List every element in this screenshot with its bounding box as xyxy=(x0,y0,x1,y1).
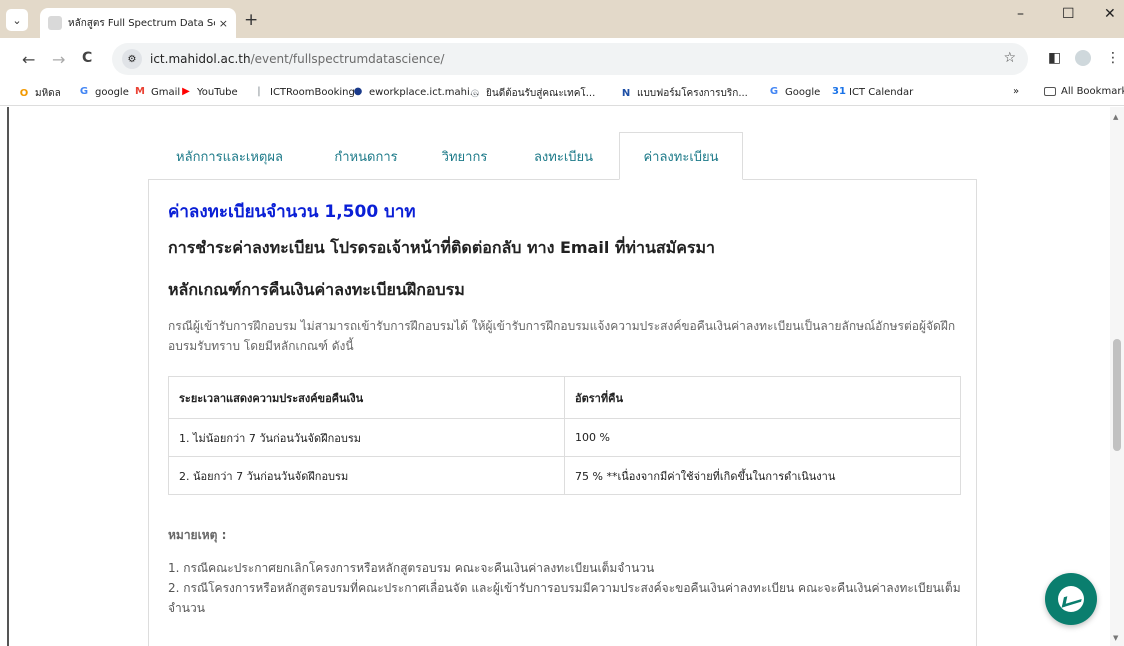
table-header-rate: อัตราที่คืน xyxy=(564,376,961,419)
bookmark-service-form-icon: N xyxy=(621,87,631,99)
bookmark-label: Gmail xyxy=(151,86,181,98)
bookmark-gmail-icon: M xyxy=(135,86,145,97)
bookmark-google[interactable]: Ggoogle xyxy=(78,86,129,98)
refund-table: ระยะเวลาแสดงความประสงค์ขอคืนเงิน อัตราที… xyxy=(168,376,961,495)
fee-panel: ค่าลงทะเบียนจำนวน 1,500 บาท การชำระค่าลง… xyxy=(148,179,977,646)
bookmark-mahidol-icon: O xyxy=(19,87,29,99)
bookmark-ict-welcome[interactable]: ◎ ยินดีต้อนรับสู่คณะเทคโ... xyxy=(469,86,596,101)
scrollbar-thumb[interactable] xyxy=(1113,339,1121,451)
bookmark-label: แบบฟอร์มโครงการบริก... xyxy=(637,88,748,99)
bookmarks-bar: » All Bookmarks O มหิดล Ggoogle M Gmail▶ YouT… xyxy=(0,80,1124,106)
all-bookmarks[interactable]: All Bookmarks xyxy=(1044,86,1124,97)
tab-close-icon[interactable]: × xyxy=(219,17,228,30)
bookmark-label: YouTube xyxy=(197,86,238,98)
forward-icon[interactable]: → xyxy=(52,50,65,69)
bookmark-ict-calendar-icon: 31 xyxy=(832,86,846,97)
bookmark-label: ยินดีต้อนรับสู่คณะเทคโ... xyxy=(486,88,596,99)
table-cell: 1. ไม่น้อยกว่า 7 วันก่อนวันจัดฝึกอบรม xyxy=(168,418,565,457)
note-item: 2. กรณีโครงการหรือหลักสูตรอบรมที่คณะประก… xyxy=(168,581,961,615)
browser-titlebar: ⌄ หลักสูตร Full Spectrum Data Scie × + –… xyxy=(0,0,1124,38)
bookmark-label: ICT Calendar xyxy=(849,86,914,98)
browser-tab[interactable]: หลักสูตร Full Spectrum Data Scie × xyxy=(40,8,236,38)
bookmark-label: ICTRoomBooking xyxy=(270,86,355,98)
scroll-up-arrow-icon[interactable]: ▲ xyxy=(1113,113,1118,121)
tab-search-chevron-icon[interactable]: ⌄ xyxy=(6,9,28,31)
registration-fee: ค่าลงทะเบียนจำนวน 1,500 บาท xyxy=(168,202,416,222)
bookmark-label: มหิดล xyxy=(35,88,61,99)
tab-rationale[interactable]: หลักการและเหตุผล xyxy=(148,132,311,180)
maximize-icon[interactable]: ☐ xyxy=(1062,6,1075,22)
table-row: 2. น้อยกว่า 7 วันก่อนวันจัดฝึกอบรม 75 % … xyxy=(168,456,961,495)
bookmark-google-2-icon: G xyxy=(769,86,779,97)
payment-heading: การชำระค่าลงทะเบียน โปรดรอเจ้าหน้าที่ติด… xyxy=(168,238,716,257)
url-path: /event/fullspectrumdatascience/ xyxy=(250,52,445,66)
table-cell: 100 % xyxy=(564,418,961,457)
note-item: 1. กรณีคณะประกาศยกเลิกโครงการหรือหลักสูต… xyxy=(168,561,655,575)
new-tab-icon[interactable]: + xyxy=(244,10,258,30)
minimize-icon[interactable]: – xyxy=(1017,6,1024,22)
browser-menu-icon[interactable]: ⋮ xyxy=(1106,50,1120,66)
bookmarks-overflow-icon[interactable]: » xyxy=(1013,86,1019,97)
bookmark-label: google xyxy=(95,86,129,98)
table-cell: 75 % **เนื่องจากมีค่าใช้จ่ายที่เกิดขึ้นใ… xyxy=(564,456,961,495)
tab-registration[interactable]: ลงทะเบียน xyxy=(508,132,619,180)
folder-icon xyxy=(1044,87,1056,96)
address-bar[interactable]: ⚙ ict.mahidol.ac.th/event/fullspectrumda… xyxy=(112,43,1028,75)
refund-heading: หลักเกณฑ์การคืนเงินค่าลงทะเบียนฝึกอบรม xyxy=(168,280,465,299)
bookmark-youtube[interactable]: ▶ YouTube xyxy=(180,86,238,98)
page-scrollbar[interactable]: ▲ ▼ xyxy=(1110,107,1124,646)
tab-title: หลักสูตร Full Spectrum Data Scie xyxy=(68,17,215,29)
bookmark-service-form[interactable]: N แบบฟอร์มโครงการบริก... xyxy=(620,86,748,101)
bookmark-label: Google xyxy=(785,86,821,98)
tab-registration-fee[interactable]: ค่าลงทะเบียน xyxy=(619,132,743,180)
site-favicon-icon xyxy=(48,16,62,30)
bookmark-ict-calendar[interactable]: 31 ICT Calendar xyxy=(832,86,913,98)
refund-paragraph: กรณีผู้เข้ารับการฝึกอบรม ไม่สามารถเข้ารั… xyxy=(168,319,956,353)
bookmark-mahidol[interactable]: O มหิดล xyxy=(18,86,61,101)
profile-avatar[interactable] xyxy=(1075,50,1091,66)
tab-schedule[interactable]: กำหนดการ xyxy=(311,132,421,180)
notes-list: 1. กรณีคณะประกาศยกเลิกโครงการหรือหลักสูต… xyxy=(168,558,968,618)
all-bookmarks-label: All Bookmarks xyxy=(1061,86,1124,97)
bookmark-ictroombooking[interactable]: | ICTRoomBooking xyxy=(253,86,355,98)
table-row: 1. ไม่น้อยกว่า 7 วันก่อนวันจัดฝึกอบรม 10… xyxy=(168,418,961,457)
messenger-chat-button[interactable] xyxy=(1045,573,1097,625)
back-icon[interactable]: ← xyxy=(22,50,35,69)
page-viewport: หลักการและเหตุผล กำหนดการ วิทยากร ลงทะเบ… xyxy=(0,107,1124,646)
tab-speakers[interactable]: วิทยากร xyxy=(421,132,508,180)
close-window-icon[interactable]: ✕ xyxy=(1104,6,1116,22)
bookmark-label: eworkplace.ict.mahi... xyxy=(369,86,480,98)
url-host: ict.mahidol.ac.th xyxy=(150,52,251,66)
bookmark-google-2[interactable]: G Google xyxy=(768,86,820,98)
bookmark-gmail[interactable]: M Gmail xyxy=(134,86,180,98)
note-title: หมายเหตุ : xyxy=(168,528,227,542)
page-edge-divider xyxy=(7,107,9,646)
side-panel-icon[interactable]: ◧ xyxy=(1048,50,1061,66)
scroll-down-arrow-icon[interactable]: ▼ xyxy=(1113,634,1118,642)
reload-icon[interactable]: C xyxy=(82,50,92,66)
bookmark-ict-welcome-icon: ◎ xyxy=(470,87,480,99)
bookmark-google-icon: G xyxy=(79,86,89,97)
table-header-period: ระยะเวลาแสดงความประสงค์ขอคืนเงิน xyxy=(168,376,565,419)
table-header-row: ระยะเวลาแสดงความประสงค์ขอคืนเงิน อัตราที… xyxy=(168,376,961,419)
browser-toolbar: ← → C ⚙ ict.mahidol.ac.th/event/fullspec… xyxy=(0,38,1124,80)
bookmark-ictroombooking-icon: | xyxy=(257,86,261,97)
bookmark-eworkplace[interactable]: ● eworkplace.ict.mahi... xyxy=(352,86,480,98)
table-cell: 2. น้อยกว่า 7 วันก่อนวันจัดฝึกอบรม xyxy=(168,456,565,495)
messenger-icon xyxy=(1058,586,1084,612)
bookmark-eworkplace-icon: ● xyxy=(353,86,363,97)
site-info-icon[interactable]: ⚙ xyxy=(122,49,142,69)
bookmark-star-icon[interactable]: ☆ xyxy=(1003,50,1016,66)
bookmark-youtube-icon: ▶ xyxy=(182,86,190,97)
